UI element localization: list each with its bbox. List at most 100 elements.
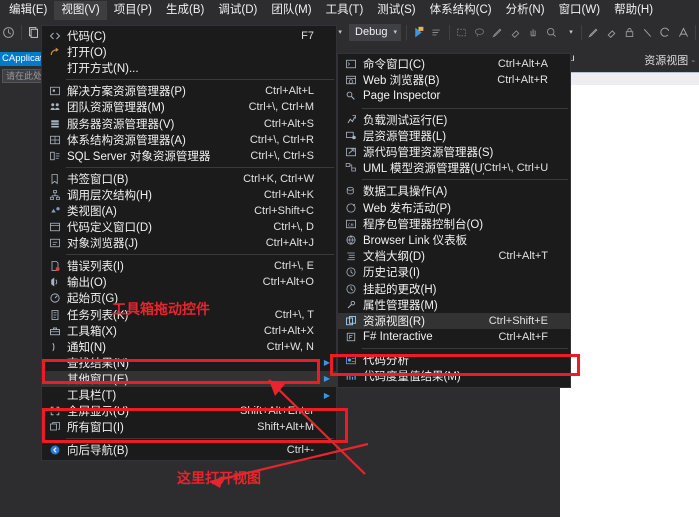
tasklist-icon [43, 307, 67, 323]
menu-item-shortcut: Ctrl+\, D [273, 221, 322, 233]
menu-item-label: 命令窗口(C) [363, 56, 498, 72]
classview-icon [43, 203, 67, 219]
menubar-item-3[interactable]: 生成(B) [159, 1, 211, 20]
menu-item-view-25[interactable]: 全屏显示(U)Shift+Alt+Enter [42, 403, 336, 419]
menu-item-shortcut: Ctrl+Alt+S [264, 118, 322, 130]
menu-item-other_windows-4[interactable]: 负载测试运行(E) [338, 112, 570, 128]
marquee-select-icon[interactable] [454, 24, 470, 41]
menu-item-view-21[interactable]: 通知(N)Ctrl+W, N [42, 339, 336, 355]
chevron-down-icon: ▾ [394, 28, 398, 36]
menu-item-view-5[interactable]: 团队资源管理器(M)Ctrl+\, Ctrl+M [42, 99, 336, 115]
no-icon [43, 60, 67, 76]
menubar-item-5[interactable]: 团队(M) [264, 1, 318, 20]
menu-item-other_windows-6[interactable]: 源代码管理资源管理器(S) [338, 144, 570, 160]
pen-icon[interactable] [489, 24, 505, 41]
menu-item-view-28[interactable]: 向后导航(B)Ctrl+- [42, 442, 336, 458]
menu-item-other_windows-10[interactable]: Web 发布活动(P) [338, 200, 570, 216]
document-outline-icon [339, 248, 363, 264]
new-item-icon[interactable] [26, 24, 42, 41]
menu-item-label: 代码(C) [67, 28, 301, 44]
menu-item-view-0[interactable]: 代码(C)F7 [42, 28, 336, 44]
menu-item-view-19[interactable]: 任务列表(K)Ctrl+\, T [42, 307, 336, 323]
menu-item-other_windows-0[interactable]: 命令窗口(C)Ctrl+Alt+A [338, 56, 570, 72]
menubar-item-1[interactable]: 视图(V) [54, 1, 106, 20]
menu-item-view-23[interactable]: 其他窗口(E)▶ [42, 371, 336, 387]
menu-item-other_windows-16[interactable]: 属性管理器(M) [338, 297, 570, 313]
menu-item-view-26[interactable]: 所有窗口(I)Shift+Alt+M [42, 419, 336, 435]
menu-item-view-18[interactable]: 起始页(G) [42, 290, 336, 306]
menu-item-other_windows-15[interactable]: 挂起的更改(H) [338, 280, 570, 296]
menu-item-view-22[interactable]: 查找结果(N)▶ [42, 355, 336, 371]
menubar-item-0[interactable]: 编辑(E) [2, 1, 54, 20]
menubar-item-4[interactable]: 调试(D) [211, 1, 264, 20]
undo-icon[interactable] [1, 24, 17, 41]
menubar-item-7[interactable]: 测试(S) [370, 1, 422, 20]
menu-item-other_windows-21[interactable]: 代码度量值结果(M) [338, 368, 570, 384]
search-input[interactable]: 请在此处 [2, 69, 46, 83]
lasso-icon[interactable] [472, 24, 488, 41]
menu-item-other_windows-14[interactable]: 历史记录(I) [338, 264, 570, 280]
menu-item-other_windows-2[interactable]: Page Inspector [338, 88, 570, 104]
menu-item-view-10[interactable]: 书签窗口(B)Ctrl+K, Ctrl+W [42, 171, 336, 187]
menu-item-view-6[interactable]: 服务器资源管理器(V)Ctrl+Alt+S [42, 115, 336, 131]
menu-item-view-11[interactable]: 调用层次结构(H)Ctrl+Alt+K [42, 187, 336, 203]
menu-item-other_windows-17[interactable]: 资源视图(R)Ctrl+Shift+E [338, 313, 570, 329]
start-debug-icon[interactable] [411, 24, 427, 41]
menu-item-other_windows-13[interactable]: 文档大纲(D)Ctrl+Alt+T [338, 248, 570, 264]
menu-item-view-14[interactable]: 对象浏览器(J)Ctrl+Alt+J [42, 235, 336, 251]
menu-item-view-8[interactable]: SQL Server 对象资源管理器Ctrl+\, Ctrl+S [42, 148, 336, 164]
text-icon[interactable] [675, 24, 691, 41]
solution-configuration-combo[interactable]: Debug ▾ [349, 24, 401, 41]
menu-item-shortcut: Ctrl+Shift+C [254, 205, 322, 217]
menu-item-view-7[interactable]: 体系结构资源管理器(A)Ctrl+\, Ctrl+R [42, 132, 336, 148]
zoom-caret-icon[interactable]: ▾ [561, 24, 577, 41]
sql-server-icon [43, 148, 67, 164]
dock-caret-icon[interactable]: - [691, 55, 695, 67]
document-tab[interactable]: CApplicatio [0, 52, 46, 66]
menu-item-other_windows-1[interactable]: Web 浏览器(B)Ctrl+Alt+R [338, 72, 570, 88]
solution-configuration-value: Debug [355, 26, 387, 38]
eraser2-icon[interactable] [604, 24, 620, 41]
hand-icon[interactable] [525, 24, 541, 41]
menu-item-other_windows-18[interactable]: F# InteractiveCtrl+Alt+F [338, 329, 570, 345]
menu-item-other_windows-7[interactable]: UML 模型资源管理器(U)Ctrl+\, Ctrl+U [338, 160, 570, 176]
menubar-item-9[interactable]: 分析(N) [499, 1, 552, 20]
menu-item-label: 工具栏(T) [67, 387, 314, 403]
line-icon[interactable] [640, 24, 656, 41]
arc-icon[interactable] [657, 24, 673, 41]
menubar-item-10[interactable]: 窗口(W) [552, 1, 608, 20]
eraser-icon[interactable] [507, 24, 523, 41]
menu-item-view-17[interactable]: 输出(O)Ctrl+Alt+O [42, 274, 336, 290]
zoom-icon[interactable] [543, 24, 559, 41]
menu-item-other_windows-12[interactable]: Browser Link 仪表板 [338, 232, 570, 248]
menu-item-label: 程序包管理器控制台(O) [363, 216, 548, 232]
menubar-item-11[interactable]: 帮助(H) [607, 1, 660, 20]
code-icon [43, 28, 67, 44]
browser-link-icon [339, 232, 363, 248]
menu-item-view-24[interactable]: 工具栏(T)▶ [42, 387, 336, 403]
debug-options-icon[interactable] [429, 24, 445, 41]
menu-item-view-2[interactable]: 打开方式(N)... [42, 60, 336, 76]
menu-item-view-20[interactable]: 工具箱(X)Ctrl+Alt+X [42, 323, 336, 339]
lock-icon[interactable] [622, 24, 638, 41]
menu-item-shortcut: Ctrl+\, E [274, 260, 322, 272]
menu-item-view-4[interactable]: 解决方案资源管理器(P)Ctrl+Alt+L [42, 83, 336, 99]
menu-item-other_windows-11[interactable]: CM程序包管理器控制台(O) [338, 216, 570, 232]
package-console-icon: CM [339, 216, 363, 232]
menu-item-label: 任务列表(K) [67, 307, 275, 323]
menu-item-other_windows-9[interactable]: 数据工具操作(A) [338, 183, 570, 199]
menu-item-view-12[interactable]: 类视图(A)Ctrl+Shift+C [42, 203, 336, 219]
menu-item-view-1[interactable]: 打开(O) [42, 44, 336, 60]
menubar-item-2[interactable]: 项目(P) [107, 1, 159, 20]
menu-item-other_windows-5[interactable]: 层资源管理器(L) [338, 128, 570, 144]
brush-icon[interactable] [586, 24, 602, 41]
menu-item-label: 文档大纲(D) [363, 248, 498, 264]
menu-item-other_windows-20[interactable]: 代码分析 [338, 352, 570, 368]
history-icon [339, 264, 363, 280]
menu-item-view-13[interactable]: 代码定义窗口(D)Ctrl+\, D [42, 219, 336, 235]
menubar-item-8[interactable]: 体系结构(C) [423, 1, 499, 20]
resource-view-title[interactable]: 资源视图 - [644, 52, 695, 68]
menu-item-label: 打开(O) [67, 44, 314, 60]
menu-item-view-16[interactable]: 错误列表(I)Ctrl+\, E [42, 258, 336, 274]
menubar-item-6[interactable]: 工具(T) [319, 1, 371, 20]
